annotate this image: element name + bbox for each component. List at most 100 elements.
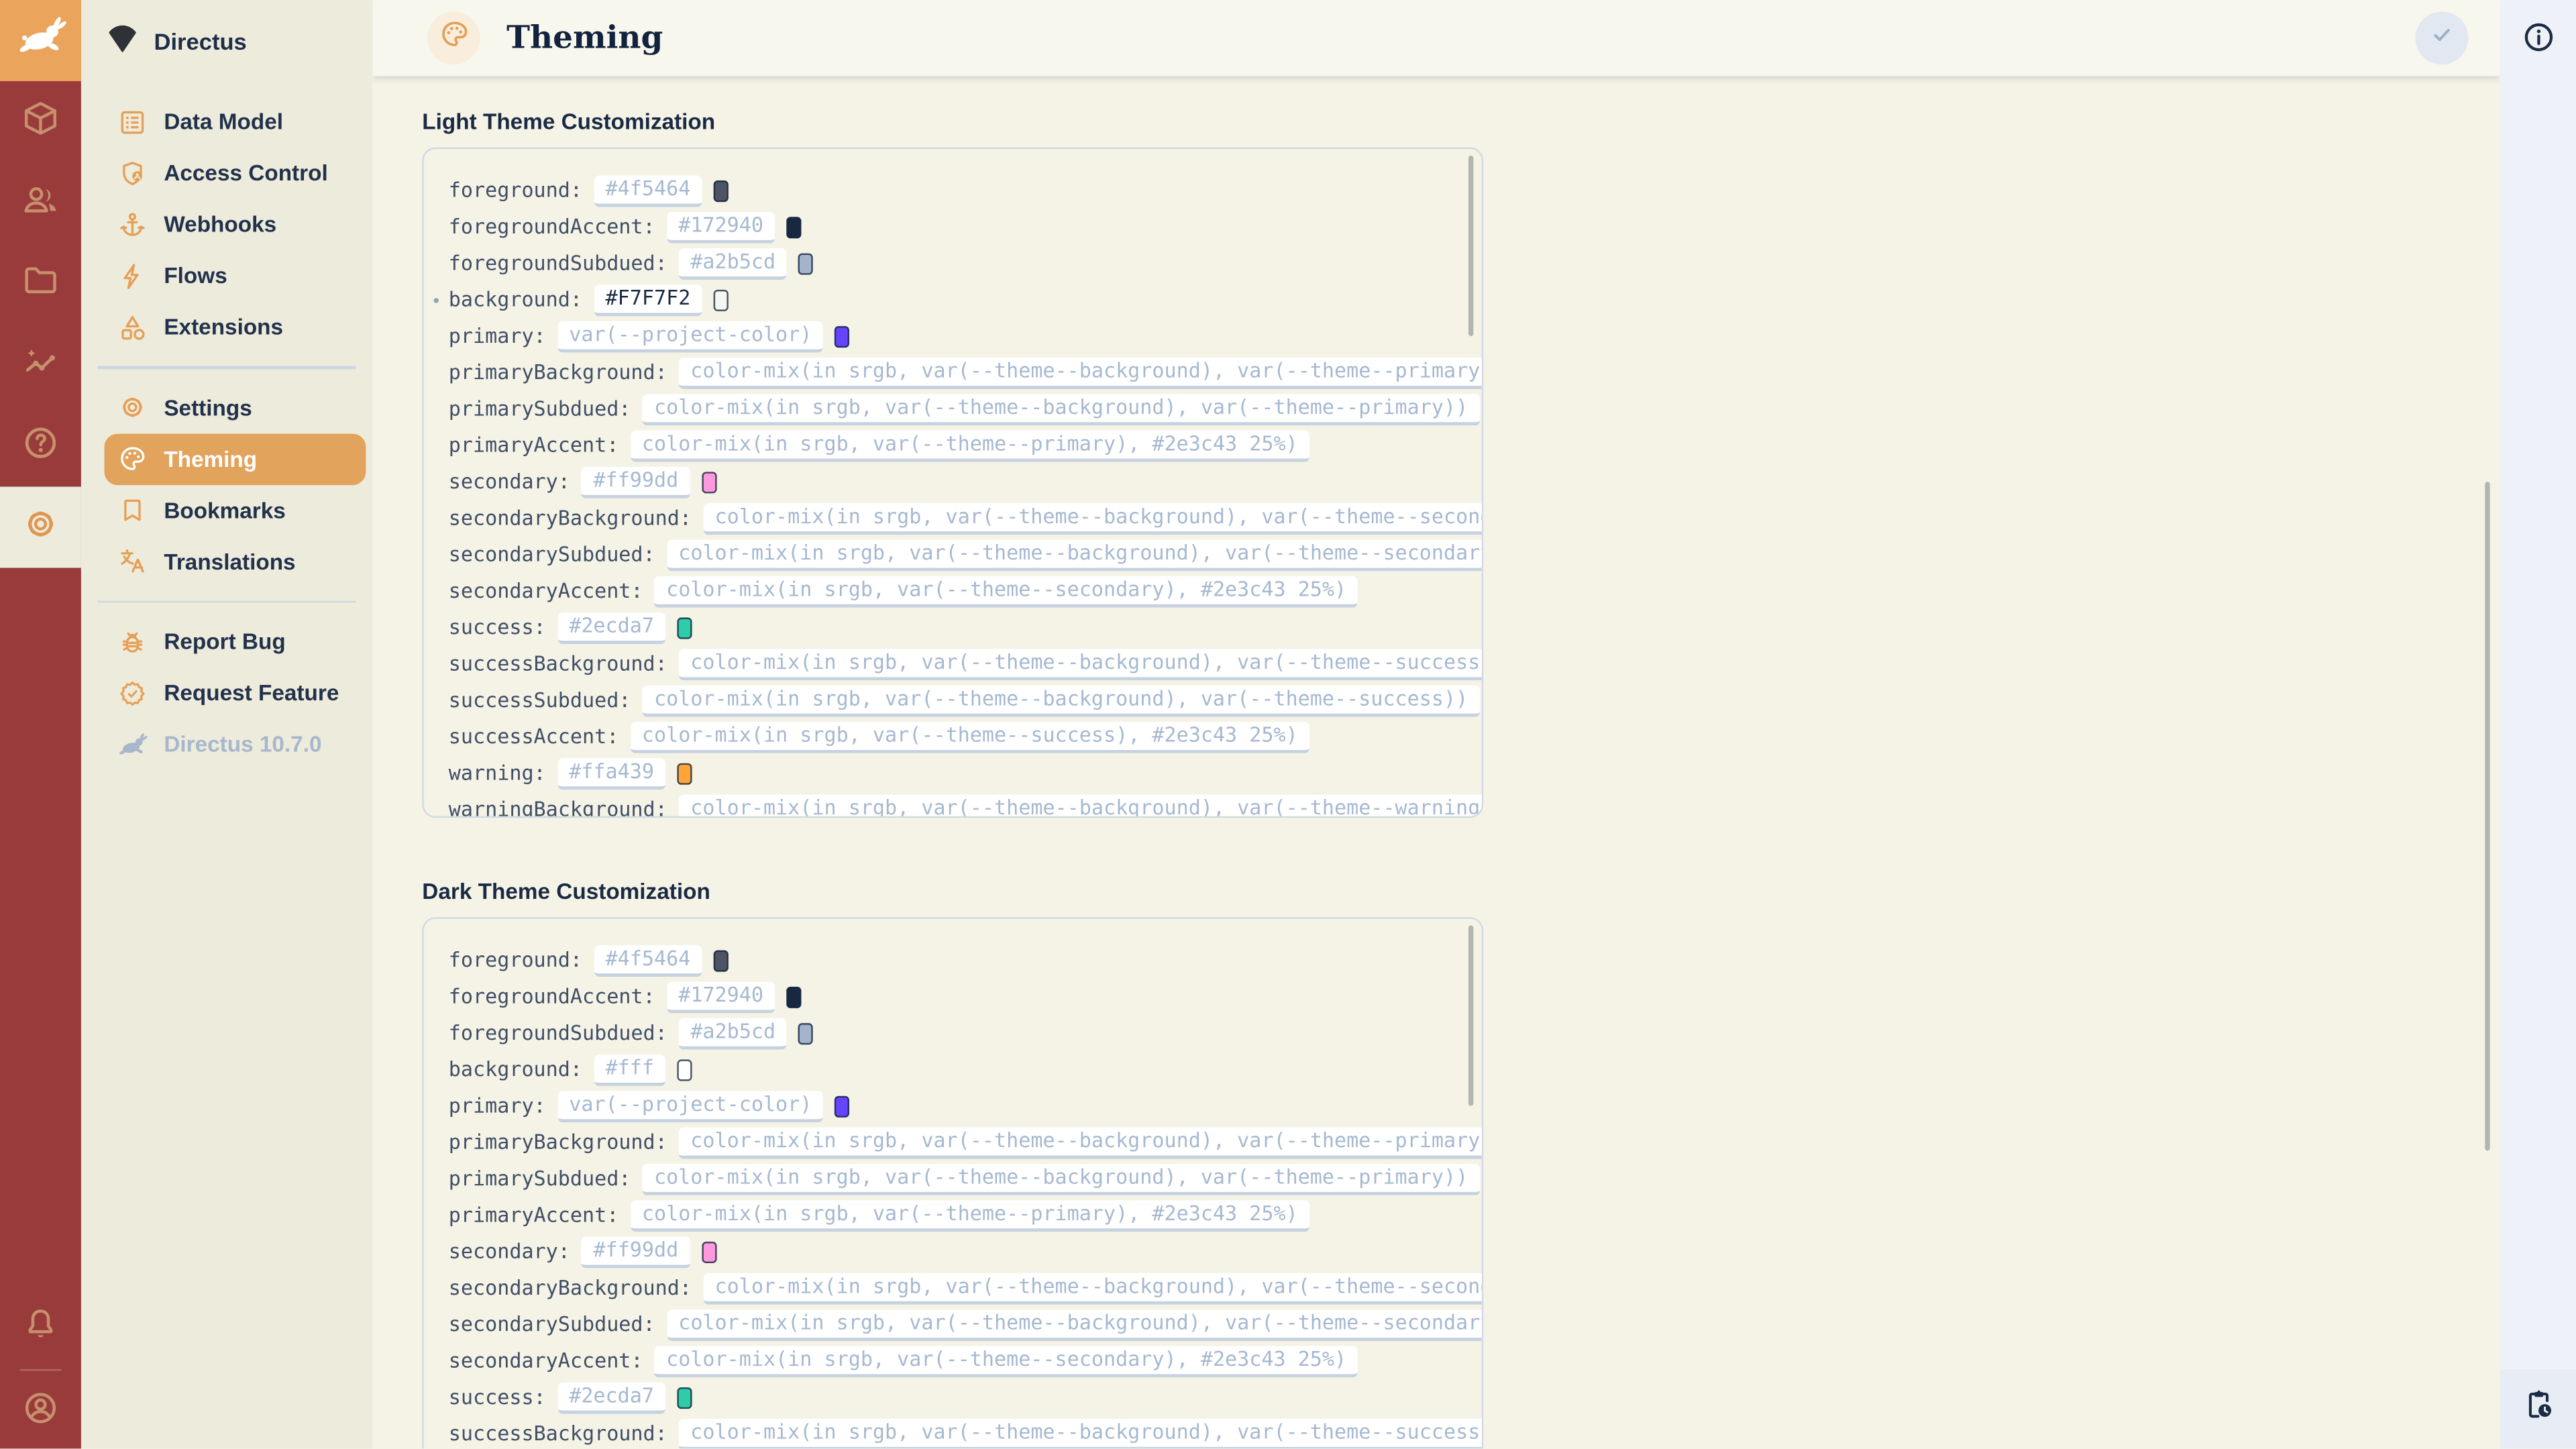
sidebar-item-theming[interactable]: Theming [104, 433, 366, 484]
field-value-input[interactable]: #4f5464 [594, 945, 702, 976]
field-value-input[interactable]: color-mix(in srgb, var(--theme--backgrou… [643, 393, 1480, 425]
directus-logo-button[interactable] [0, 0, 81, 81]
field-value-input[interactable]: color-mix(in srgb, var(--theme--backgrou… [703, 1273, 1483, 1304]
module-content-button[interactable] [0, 81, 81, 162]
color-swatch[interactable] [714, 289, 729, 311]
sidebar-item-request-feature[interactable]: Request Feature [104, 667, 366, 719]
field-value-input[interactable]: #a2b5cd [679, 248, 787, 279]
sidebar-item-label: Access Control [164, 160, 327, 185]
color-swatch[interactable] [678, 1059, 692, 1080]
field-value-input[interactable]: #ff99dd [582, 466, 690, 498]
module-user-directory-button[interactable] [0, 162, 81, 244]
theme-rows: foreground:#4f5464foregroundAccent:#1729… [449, 172, 1482, 818]
field-label: successSubdued: [449, 689, 631, 712]
field-value-input[interactable]: color-mix(in srgb, var(--theme--primary)… [631, 429, 1309, 461]
bug-icon [117, 627, 147, 656]
field-value-input[interactable]: color-mix(in srgb, var(--theme--backgrou… [679, 1418, 1483, 1449]
field-value-input[interactable]: color-mix(in srgb, var(--theme--backgrou… [643, 1163, 1480, 1195]
color-swatch[interactable] [787, 216, 802, 237]
sidebar-item-flows[interactable]: Flows [104, 250, 366, 302]
sidebar-item-label: Request Feature [164, 680, 339, 705]
sidebar-item-webhooks[interactable]: Webhooks [104, 199, 366, 250]
field-value-input[interactable]: #a2b5cd [679, 1018, 787, 1049]
field-value-input[interactable]: color-mix(in srgb, var(--theme--backgrou… [703, 502, 1483, 534]
color-swatch[interactable] [799, 252, 814, 274]
info-icon [2520, 20, 2555, 63]
field-label: primarySubdued: [449, 1167, 631, 1191]
field-value-input[interactable]: #2ecda7 [557, 1381, 665, 1413]
sidebar-item-translations[interactable]: Translations [104, 535, 366, 587]
color-swatch[interactable] [835, 1095, 850, 1116]
field-value-input[interactable]: #172940 [667, 211, 775, 243]
color-swatch[interactable] [714, 180, 729, 201]
sidebar-item-extensions[interactable]: Extensions [104, 301, 366, 353]
field-label: successBackground: [449, 1422, 667, 1446]
field-label: warning: [449, 761, 546, 785]
field-value-input[interactable]: #ff99dd [582, 1236, 690, 1267]
module-insights-button[interactable] [0, 325, 81, 406]
field-value-input[interactable]: #ffa439 [557, 757, 665, 789]
field-value-input[interactable]: color-mix(in srgb, var(--theme--backgrou… [679, 357, 1483, 388]
verified-badge-icon [117, 678, 147, 708]
notifications-button[interactable] [0, 1291, 81, 1366]
sidebar-item-bookmarks[interactable]: Bookmarks [104, 484, 366, 536]
editor-scrollbar[interactable] [1468, 926, 1474, 1106]
theme-field-row: successAccent:color-mix(in srgb, var(--t… [449, 718, 1482, 755]
info-sidebar-button[interactable] [2512, 15, 2565, 68]
field-value-input[interactable]: color-mix(in srgb, var(--theme--backgrou… [667, 539, 1483, 570]
field-value-input[interactable]: #F7F7F2 [594, 284, 702, 315]
module-settings-button[interactable] [0, 487, 81, 568]
color-swatch[interactable] [678, 762, 692, 784]
save-button[interactable] [2416, 11, 2469, 64]
color-swatch[interactable] [714, 949, 729, 971]
module-file-library-button[interactable] [0, 244, 81, 325]
field-label: foregroundSubdued: [449, 1022, 667, 1045]
page-scrollbar[interactable] [2484, 481, 2490, 1150]
field-label: primary: [449, 1094, 546, 1118]
field-label: primaryAccent: [449, 1203, 619, 1227]
field-value-input[interactable]: #fff [594, 1054, 665, 1085]
sidebar-item-report-bug[interactable]: Report Bug [104, 616, 366, 667]
project-chooser[interactable]: Directus [104, 15, 359, 68]
field-value-input[interactable]: color-mix(in srgb, var(--theme--primary)… [631, 1199, 1309, 1231]
color-swatch[interactable] [702, 471, 716, 492]
sidebar-item-label: Translations [164, 549, 295, 574]
nav-divider [98, 366, 356, 368]
field-value-input[interactable]: var(--project-color) [557, 321, 824, 352]
theme-field-row: secondary:#ff99dd [449, 464, 1482, 500]
field-value-input[interactable]: #172940 [667, 981, 775, 1012]
list-alt-icon [117, 107, 147, 136]
field-value-input[interactable]: color-mix(in srgb, var(--theme--secondar… [655, 1345, 1358, 1377]
color-swatch[interactable] [678, 1387, 692, 1408]
theme-field-row: secondarySubdued: color-mix(in srgb, var(… [449, 1306, 1482, 1342]
editor-scrollbar[interactable] [1468, 156, 1474, 336]
user-menu-button[interactable] [0, 1375, 81, 1449]
sidebar-item-settings[interactable]: Settings [104, 382, 366, 433]
sidebar-item-access-control[interactable]: Access Control [104, 148, 366, 199]
directus-rabbit-logo-icon [15, 11, 65, 69]
field-value-input[interactable]: color-mix(in srgb, var(--theme--success)… [631, 721, 1309, 753]
theme-field-row: primaryAccent:color-mix(in srgb, var(--t… [449, 427, 1482, 464]
field-value-input[interactable]: color-mix(in srgb, var(--theme--backgrou… [667, 1309, 1483, 1340]
field-value-input[interactable]: color-mix(in srgb, var(--theme--backgrou… [679, 1126, 1483, 1158]
clipboard-clock-icon [2520, 1387, 2555, 1430]
theme-field-row: background:#fff [449, 1051, 1482, 1087]
field-value-input[interactable]: #2ecda7 [557, 612, 665, 643]
field-value-input[interactable]: var(--project-color) [557, 1090, 824, 1122]
field-value-input[interactable]: color-mix(in srgb, var(--theme--backgrou… [643, 684, 1480, 716]
module-docs-button[interactable] [0, 406, 81, 487]
sidebar-item-data-model[interactable]: Data Model [104, 96, 366, 148]
color-swatch[interactable] [702, 1241, 716, 1263]
color-swatch[interactable] [787, 986, 802, 1008]
theme-field-row: secondaryAccent:color-mix(in srgb, var(-… [449, 1342, 1482, 1379]
field-value-input[interactable]: color-mix(in srgb, var(--theme--backgrou… [679, 794, 1483, 818]
field-value-input[interactable]: color-mix(in srgb, var(--theme--secondar… [655, 576, 1358, 607]
color-swatch[interactable] [799, 1022, 814, 1044]
activity-sidebar-button[interactable] [2500, 1368, 2576, 1449]
color-swatch[interactable] [835, 325, 850, 347]
field-label: foregroundAccent: [449, 215, 655, 239]
field-label: secondarySubdued: [449, 1313, 655, 1336]
field-value-input[interactable]: color-mix(in srgb, var(--theme--backgrou… [679, 648, 1483, 680]
field-value-input[interactable]: #4f5464 [594, 174, 702, 206]
color-swatch[interactable] [678, 616, 692, 638]
